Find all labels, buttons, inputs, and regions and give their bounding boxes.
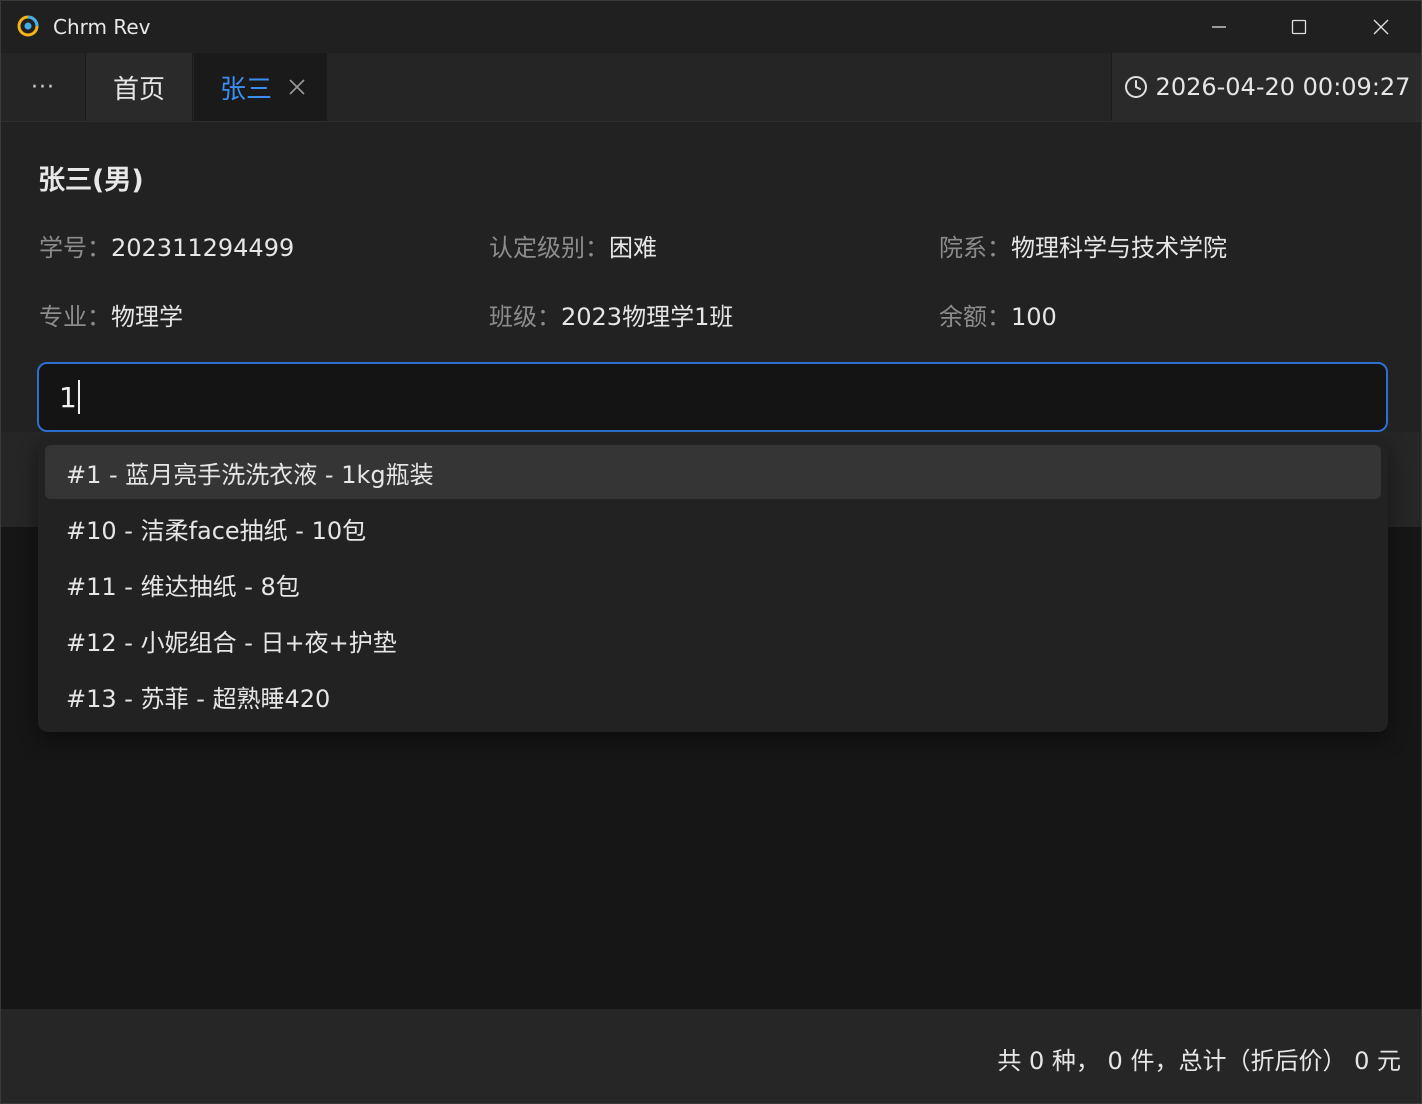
field-value: 物理科学与技术学院 <box>1011 234 1227 262</box>
department-field: 院系：物理科学与技术学院 <box>939 233 1227 263</box>
field-value: 物理学 <box>111 303 183 331</box>
student-name: 张三(男) <box>38 165 144 196</box>
maximize-icon <box>1291 19 1307 35</box>
clock-display: 2026-04-20 00:09:27 <box>1111 53 1421 121</box>
field-label: 学号： <box>39 234 111 262</box>
field-label: 专业： <box>39 303 111 331</box>
balance-field: 余额：100 <box>939 302 1057 332</box>
clock-text: 2026-04-20 00:09:27 <box>1155 73 1411 101</box>
suggestion-item[interactable]: #13 - 苏菲 - 超熟睡420 <box>45 669 1381 723</box>
close-button[interactable] <box>1341 1 1421 53</box>
tab-label: 首页 <box>112 74 165 105</box>
tab-home[interactable]: 首页 <box>86 53 193 121</box>
suggestion-item[interactable]: #1 - 蓝月亮手洗洗衣液 - 1kg瓶装 <box>45 445 1381 499</box>
tab-bar: ··· 首页 张三 2026-04-20 00:09:27 <box>1 53 1421 122</box>
text-caret <box>77 380 80 414</box>
suggestion-item[interactable]: #10 - 洁柔face抽纸 - 10包 <box>45 501 1381 555</box>
minimize-icon <box>1212 26 1226 28</box>
title-bar: Chrm Rev <box>1 1 1421 53</box>
field-label: 班级： <box>489 303 561 331</box>
field-value: 202311294499 <box>111 234 295 262</box>
class-field: 班级：2023物理学1班 <box>489 302 733 332</box>
tab-close-button[interactable] <box>288 78 306 96</box>
more-icon: ··· <box>31 74 55 100</box>
field-value: 2023物理学1班 <box>561 303 734 331</box>
search-input-value: 1 <box>59 380 77 414</box>
student-id-field: 学号：202311294499 <box>39 233 294 263</box>
major-field: 专业：物理学 <box>39 302 183 332</box>
app-window: Chrm Rev ··· 首页 张三 2026-04-20 00:09:27 张… <box>0 0 1422 1104</box>
order-summary: 共 0 种， 0 件，总计（折后价） 0 元 <box>997 1047 1401 1075</box>
window-title: Chrm Rev <box>53 15 151 39</box>
suggestion-item[interactable]: #11 - 维达抽纸 - 8包 <box>45 557 1381 611</box>
maximize-button[interactable] <box>1259 1 1339 53</box>
product-search-input[interactable]: 1 <box>37 362 1388 432</box>
tab-label: 张三 <box>220 74 273 105</box>
field-value: 100 <box>1011 303 1057 331</box>
more-tabs-button[interactable]: ··· <box>1 53 86 121</box>
field-value: 困难 <box>609 234 657 262</box>
tab-student[interactable]: 张三 <box>194 53 327 121</box>
close-icon <box>1373 19 1389 35</box>
search-suggestions-dropdown: #1 - 蓝月亮手洗洗衣液 - 1kg瓶装 #10 - 洁柔face抽纸 - 1… <box>38 438 1388 732</box>
field-label: 余额： <box>939 303 1011 331</box>
app-logo-icon <box>17 15 39 37</box>
clock-icon <box>1124 76 1147 98</box>
suggestion-item[interactable]: #12 - 小妮组合 - 日+夜+护垫 <box>45 613 1381 667</box>
close-icon <box>289 79 305 95</box>
field-label: 院系： <box>939 234 1011 262</box>
field-label: 认定级别： <box>489 234 609 262</box>
level-field: 认定级别：困难 <box>489 233 657 263</box>
minimize-button[interactable] <box>1179 1 1259 53</box>
summary-footer: 共 0 种， 0 件，总计（折后价） 0 元 <box>1 1009 1421 1103</box>
